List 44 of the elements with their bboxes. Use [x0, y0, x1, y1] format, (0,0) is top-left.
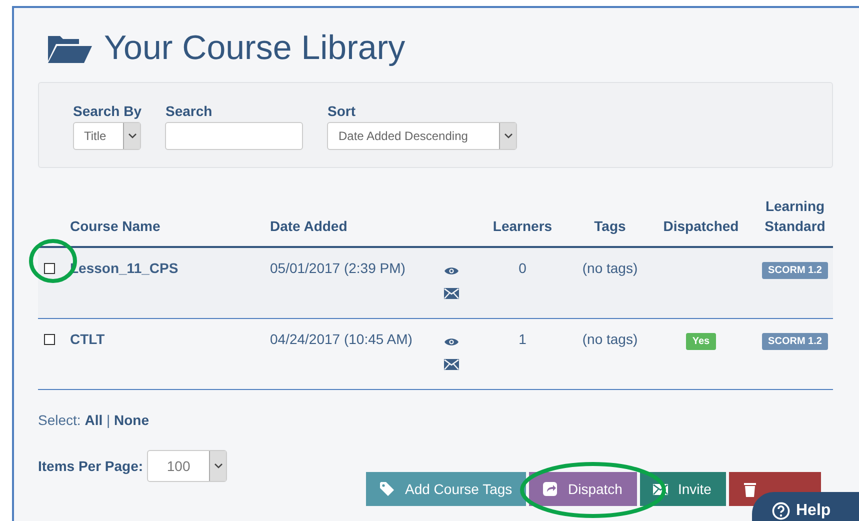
- sort-dropdown[interactable]: Date Added Descending: [327, 122, 518, 150]
- column-header[interactable]: Learners: [470, 216, 575, 236]
- folder-icon: [48, 33, 92, 63]
- field-label: Search: [165, 103, 214, 119]
- row-checkbox[interactable]: [44, 263, 55, 274]
- date-cell: 05/01/2017 (2:39 PM): [270, 260, 406, 276]
- caret-icon: [209, 451, 226, 481]
- course-name-link[interactable]: CTLT: [70, 331, 105, 347]
- column-header[interactable]: Learning Standard: [757, 196, 833, 236]
- standard-badge: SCORM 1.2: [762, 333, 828, 350]
- question-icon: [772, 502, 790, 520]
- share-icon: [542, 481, 558, 497]
- search-field[interactable]: [165, 122, 304, 150]
- row-checkbox[interactable]: [44, 334, 55, 345]
- invite-button[interactable]: Invite: [640, 472, 726, 506]
- help-button[interactable]: Help: [752, 492, 859, 521]
- tags-cell: (no tags): [582, 260, 638, 276]
- standard-badge: SCORM 1.2: [762, 262, 828, 279]
- select-label: Select:: [38, 412, 81, 428]
- search-by-dropdown[interactable]: Title: [73, 122, 141, 150]
- learners-cell: 0: [518, 260, 526, 276]
- dispatch-button[interactable]: Dispatch: [529, 472, 637, 506]
- field-label: Search By: [73, 103, 142, 119]
- caret-icon: [123, 123, 140, 149]
- eye-icon[interactable]: [444, 337, 459, 347]
- separator: |: [106, 412, 110, 428]
- tag-icon: [379, 481, 395, 497]
- trash-icon: [742, 481, 758, 497]
- column-header[interactable]: Tags: [575, 216, 645, 236]
- column-header[interactable]: Date Added: [270, 216, 435, 236]
- column-header[interactable]: Dispatched: [645, 216, 757, 236]
- dispatched-badge: Yes: [686, 333, 716, 350]
- tags-cell: (no tags): [582, 331, 638, 347]
- page-title: Your Course Library: [104, 28, 406, 68]
- learners-cell: 1: [518, 331, 526, 347]
- select-all-link[interactable]: All: [84, 412, 103, 428]
- date-cell: 04/24/2017 (10:45 AM): [270, 331, 412, 347]
- field-label: Sort: [327, 103, 356, 119]
- caret-icon: [499, 123, 516, 149]
- items-per-page-label: Items Per Page:: [38, 458, 144, 474]
- select-none-link[interactable]: None: [114, 412, 150, 428]
- eye-icon[interactable]: [444, 266, 459, 276]
- column-header[interactable]: Course Name: [70, 216, 270, 236]
- items-per-page-dropdown[interactable]: 100: [147, 450, 228, 482]
